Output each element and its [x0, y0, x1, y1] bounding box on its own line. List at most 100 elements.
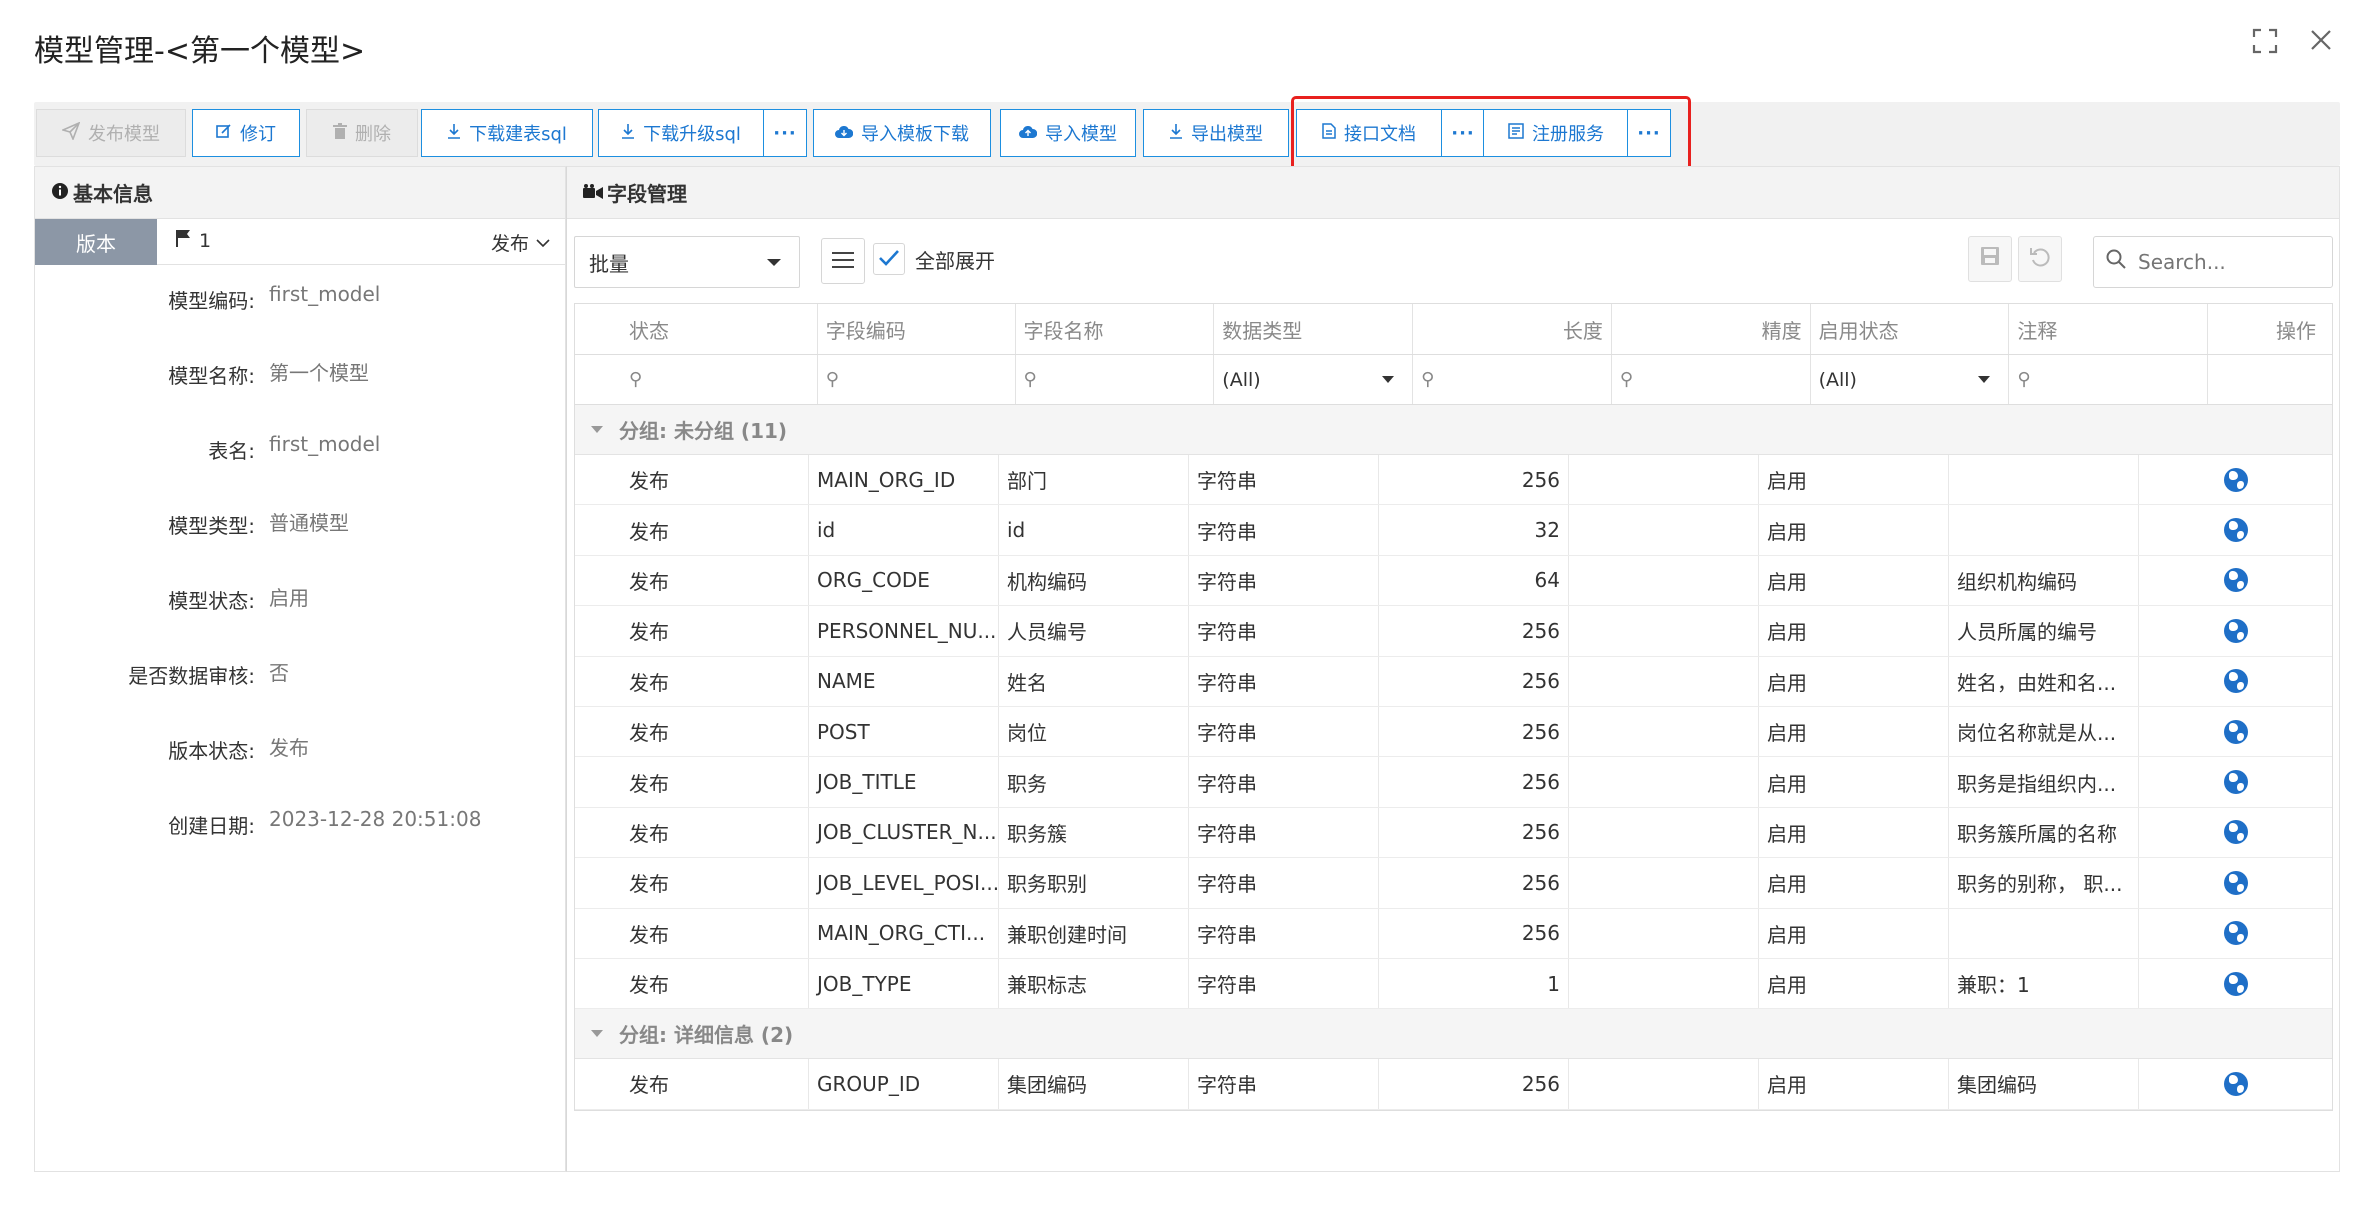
close-icon[interactable] — [2306, 28, 2336, 58]
filter-enabled-dropdown[interactable]: (All) — [1811, 355, 2010, 404]
filter-length[interactable]: ⚲ — [1413, 355, 1612, 404]
cell-enabled[interactable]: 启用 — [1759, 606, 1949, 656]
cell-enabled[interactable]: 启用 — [1759, 555, 1949, 606]
collapse-triangle-icon[interactable] — [591, 426, 603, 433]
download-upgrade-sql-button[interactable]: 下载升级sql — [598, 109, 764, 157]
cell-length[interactable]: 256 — [1379, 1059, 1569, 1109]
batch-select[interactable]: 批量 — [574, 236, 800, 288]
cell-note[interactable]: 岗位名称就是从... — [1949, 706, 2139, 757]
version-status-dropdown[interactable]: 发布 — [491, 229, 551, 256]
cell-type[interactable]: 字符串 — [1189, 757, 1379, 807]
cell-note[interactable] — [1949, 455, 2139, 505]
cell-name[interactable]: 兼职标志 — [999, 958, 1189, 1009]
globe-icon[interactable] — [2223, 669, 2248, 694]
cell-name[interactable]: 职务 — [999, 757, 1189, 807]
cell-precision[interactable] — [1569, 606, 1759, 656]
cell-type[interactable]: 字符串 — [1189, 706, 1379, 757]
globe-icon[interactable] — [2223, 770, 2248, 795]
cell-enabled[interactable]: 启用 — [1759, 958, 1949, 1009]
save-button[interactable] — [1968, 236, 2012, 282]
cell-code[interactable]: ORG_CODE — [809, 555, 999, 606]
cell-enabled[interactable]: 启用 — [1759, 757, 1949, 807]
cell-status[interactable]: 发布 — [575, 455, 809, 505]
globe-icon[interactable] — [2223, 518, 2248, 543]
table-row[interactable]: 发布 GROUP_ID 集团编码 字符串 256 启用 集团编码 — [575, 1059, 2332, 1110]
cell-enabled[interactable]: 启用 — [1759, 706, 1949, 757]
cell-status[interactable]: 发布 — [575, 706, 809, 757]
column-menu-button[interactable] — [821, 238, 865, 284]
filter-precision[interactable]: ⚲ — [1612, 355, 1811, 404]
column-header-type[interactable]: 数据类型 — [1214, 304, 1414, 354]
cell-precision[interactable] — [1569, 958, 1759, 1009]
globe-icon[interactable] — [2223, 820, 2248, 845]
table-row[interactable]: 发布 PERSONNEL_NU... 人员编号 字符串 256 启用 人员所属的编号 — [575, 606, 2332, 657]
cell-length[interactable]: 256 — [1379, 656, 1569, 706]
cell-length[interactable]: 256 — [1379, 606, 1569, 656]
cell-note[interactable]: 兼职：1 — [1949, 958, 2139, 1009]
cell-status[interactable]: 发布 — [575, 656, 809, 706]
table-row[interactable]: 发布 id id 字符串 32 启用 — [575, 505, 2332, 556]
globe-icon[interactable] — [2223, 1071, 2248, 1096]
cell-note[interactable]: 集团编码 — [1949, 1059, 2139, 1109]
table-row[interactable]: 发布 MAIN_ORG_ID 部门 字符串 256 启用 — [575, 455, 2332, 506]
cell-type[interactable]: 字符串 — [1189, 505, 1379, 555]
table-row[interactable]: 发布 POST 岗位 字符串 256 启用 岗位名称就是从... — [575, 706, 2332, 758]
cell-status[interactable]: 发布 — [575, 1059, 809, 1109]
table-row[interactable]: 发布 NAME 姓名 字符串 256 启用 姓名，由姓和名... — [575, 656, 2332, 707]
cell-type[interactable]: 字符串 — [1189, 958, 1379, 1009]
cell-enabled[interactable]: 启用 — [1759, 455, 1949, 505]
globe-icon[interactable] — [2223, 870, 2248, 895]
group-row[interactable]: 分组: 未分组 (11) — [575, 405, 2332, 455]
cell-code[interactable]: JOB_CLUSTER_N... — [809, 807, 999, 858]
cell-name[interactable]: 集团编码 — [999, 1059, 1189, 1109]
delete-button[interactable]: 删除 — [306, 109, 418, 157]
cell-type[interactable]: 字符串 — [1189, 455, 1379, 505]
cell-code[interactable]: id — [809, 505, 999, 555]
filter-type-dropdown[interactable]: (All) — [1214, 355, 1414, 404]
globe-icon[interactable] — [2223, 719, 2248, 744]
cell-code[interactable]: JOB_TITLE — [809, 757, 999, 807]
filter-note[interactable]: ⚲ — [2009, 355, 2209, 404]
cell-name[interactable]: 部门 — [999, 455, 1189, 505]
cell-length[interactable]: 256 — [1379, 908, 1569, 958]
cell-type[interactable]: 字符串 — [1189, 1059, 1379, 1109]
cell-note[interactable]: 职务簇所属的名称 — [1949, 807, 2139, 858]
cell-enabled[interactable]: 启用 — [1759, 505, 1949, 555]
cell-status[interactable]: 发布 — [575, 505, 809, 555]
download-create-sql-button[interactable]: 下载建表sql — [421, 109, 593, 157]
cell-code[interactable]: GROUP_ID — [809, 1059, 999, 1109]
cell-length[interactable]: 32 — [1379, 505, 1569, 555]
globe-icon[interactable] — [2223, 568, 2248, 593]
cell-name[interactable]: 兼职创建时间 — [999, 908, 1189, 958]
cell-status[interactable]: 发布 — [575, 858, 809, 908]
cell-status[interactable]: 发布 — [575, 606, 809, 656]
cell-precision[interactable] — [1569, 656, 1759, 706]
globe-icon[interactable] — [2223, 921, 2248, 946]
cell-enabled[interactable]: 启用 — [1759, 807, 1949, 858]
cell-code[interactable]: MAIN_ORG_CTI... — [809, 908, 999, 958]
group-row[interactable]: 分组: 详细信息 (2) — [575, 1009, 2332, 1060]
cell-precision[interactable] — [1569, 555, 1759, 606]
cell-enabled[interactable]: 启用 — [1759, 1059, 1949, 1109]
cell-precision[interactable] — [1569, 807, 1759, 858]
cell-enabled[interactable]: 启用 — [1759, 858, 1949, 908]
cell-type[interactable]: 字符串 — [1189, 858, 1379, 908]
cell-name[interactable]: id — [999, 505, 1189, 555]
table-row[interactable]: 发布 JOB_LEVEL_POSI... 职务职别 字符串 256 启用 职务的别称， 职.… — [575, 858, 2332, 909]
table-row[interactable]: 发布 JOB_CLUSTER_N... 职务簇 字符串 256 启用 职务簇所属的名称 — [575, 807, 2332, 859]
cell-length[interactable]: 256 — [1379, 757, 1569, 807]
filter-status[interactable]: ⚲ — [575, 355, 818, 404]
cell-precision[interactable] — [1569, 455, 1759, 505]
cell-name[interactable]: 岗位 — [999, 706, 1189, 757]
cell-status[interactable]: 发布 — [575, 958, 809, 1009]
column-header-precision[interactable]: 精度 — [1612, 304, 1811, 354]
cell-status[interactable]: 发布 — [575, 757, 809, 807]
publish-model-button[interactable]: 发布模型 — [36, 109, 186, 157]
cell-name[interactable]: 职务职别 — [999, 858, 1189, 908]
table-row[interactable]: 发布 MAIN_ORG_CTI... 兼职创建时间 字符串 256 启用 — [575, 908, 2332, 959]
expand-all-checkbox[interactable] — [873, 243, 905, 275]
cell-length[interactable]: 256 — [1379, 858, 1569, 908]
cell-precision[interactable] — [1569, 505, 1759, 555]
cell-type[interactable]: 字符串 — [1189, 908, 1379, 958]
cell-precision[interactable] — [1569, 908, 1759, 958]
